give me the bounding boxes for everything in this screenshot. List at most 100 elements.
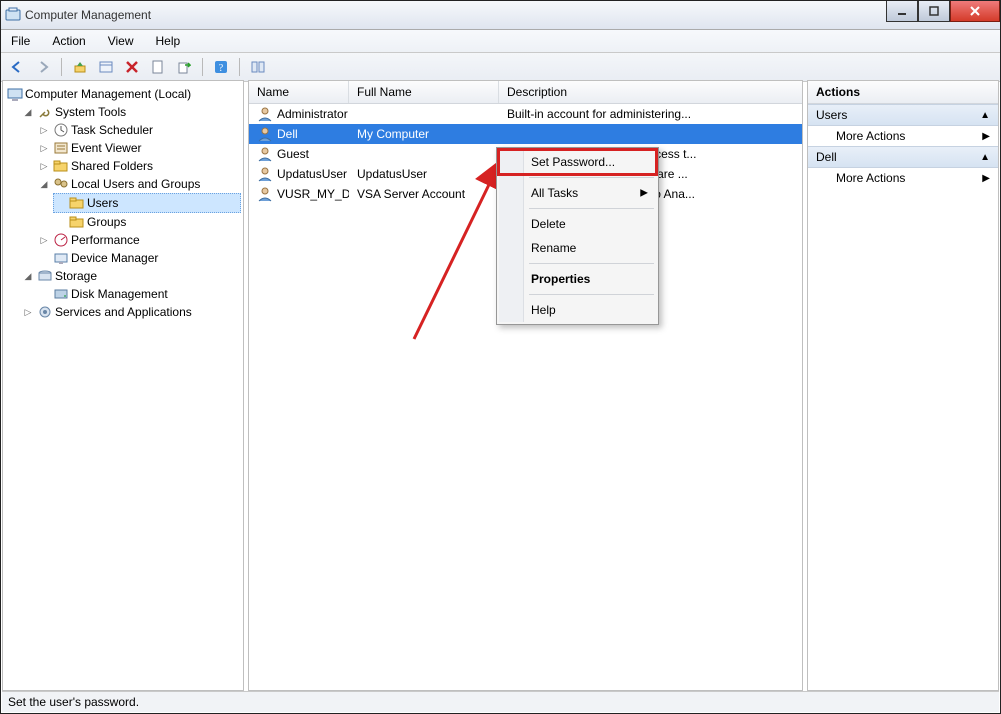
cm-delete[interactable]: Delete [499, 212, 656, 236]
collapse-icon[interactable]: ◢ [23, 107, 33, 117]
minimize-button[interactable] [886, 1, 918, 22]
close-button[interactable] [950, 1, 1000, 22]
actions-more-dell[interactable]: More Actions ▶ [808, 168, 998, 188]
actions-section-dell[interactable]: Dell ▲ [808, 146, 998, 168]
statusbar: Set the user's password. [2, 691, 999, 712]
delete-button[interactable] [120, 55, 144, 79]
tree-label: Disk Management [71, 285, 168, 303]
expand-icon[interactable]: ▷ [39, 143, 49, 153]
app-icon [5, 7, 21, 23]
tree-event-viewer[interactable]: ▷Event Viewer [37, 139, 241, 157]
cell-fullname: My Computer [349, 127, 499, 141]
submenu-arrow-icon: ▶ [640, 188, 648, 199]
actions-header: Actions [808, 81, 998, 104]
tree[interactable]: Computer Management (Local) ◢ System Too… [3, 81, 243, 325]
collapse-caret-icon: ▲ [980, 110, 990, 121]
cell-name: UpdatusUser [277, 167, 347, 181]
performance-icon [53, 232, 69, 248]
body: Computer Management (Local) ◢ System Too… [2, 80, 999, 691]
expand-icon[interactable]: ▷ [23, 307, 33, 317]
tree-label: Shared Folders [71, 157, 153, 175]
menu-view[interactable]: View [104, 32, 138, 50]
actions-pane: Actions Users ▲ More Actions ▶ Dell ▲ Mo… [807, 80, 999, 691]
help-button[interactable]: ? [209, 55, 233, 79]
toolbar: ? [1, 53, 1000, 82]
submenu-arrow-icon: ▶ [982, 173, 990, 184]
tree-label: Performance [71, 231, 140, 249]
tree-label: Local Users and Groups [71, 175, 200, 193]
clock-icon [53, 122, 69, 138]
shared-folder-icon [53, 158, 69, 174]
menu-help[interactable]: Help [152, 32, 185, 50]
expand-icon[interactable]: ▷ [39, 125, 49, 135]
tree-device-manager[interactable]: ▷Device Manager [37, 249, 241, 267]
tree-groups[interactable]: ▷Groups [53, 213, 241, 231]
cm-properties[interactable]: Properties [499, 267, 656, 291]
cm-rename[interactable]: Rename [499, 236, 656, 260]
cm-label: Rename [531, 241, 576, 255]
tree-system-tools[interactable]: ◢ System Tools [21, 103, 241, 121]
cm-label: Help [531, 303, 556, 317]
cm-set-password[interactable]: Set Password... [499, 150, 656, 174]
status-text: Set the user's password. [8, 695, 139, 709]
cm-label: Properties [531, 272, 590, 286]
col-name[interactable]: Name [249, 81, 349, 103]
cm-separator [529, 208, 654, 209]
user-icon [257, 106, 273, 122]
list-row-selected[interactable]: Dell My Computer [249, 124, 802, 144]
tree-shared-folders[interactable]: ▷ Shared Folders [37, 157, 241, 175]
cm-label: Delete [531, 217, 566, 231]
cm-separator [529, 177, 654, 178]
expand-icon[interactable]: ▷ [39, 235, 49, 245]
actions-section-users[interactable]: Users ▲ [808, 104, 998, 126]
properties-button[interactable] [94, 55, 118, 79]
menu-file[interactable]: File [7, 32, 34, 50]
list-row[interactable]: Administrator Built-in account for admin… [249, 104, 802, 124]
actions-item-label: More Actions [836, 129, 905, 143]
folder-icon [69, 214, 85, 230]
cm-help[interactable]: Help [499, 298, 656, 322]
tree-label: Computer Management (Local) [25, 85, 191, 103]
collapse-icon[interactable]: ◢ [23, 271, 33, 281]
event-icon [53, 140, 69, 156]
cm-all-tasks[interactable]: All Tasks▶ [499, 181, 656, 205]
col-fullname[interactable]: Full Name [349, 81, 499, 103]
actions-item-label: More Actions [836, 171, 905, 185]
tree-label: Users [87, 194, 118, 212]
cm-separator [529, 263, 654, 264]
export-button[interactable] [172, 55, 196, 79]
back-button[interactable] [5, 55, 29, 79]
context-menu: Set Password... All Tasks▶ Delete Rename… [496, 147, 659, 325]
actions-more-users[interactable]: More Actions ▶ [808, 126, 998, 146]
svg-text:?: ? [219, 63, 224, 74]
list-body[interactable]: Administrator Built-in account for admin… [249, 104, 802, 690]
tree-task-scheduler[interactable]: ▷Task Scheduler [37, 121, 241, 139]
tree-root[interactable]: Computer Management (Local) [5, 85, 241, 103]
user-icon [257, 126, 273, 142]
maximize-button[interactable] [918, 1, 950, 22]
tree-services-apps[interactable]: ▷Services and Applications [21, 303, 241, 321]
tree-disk-management[interactable]: ▷Disk Management [37, 285, 241, 303]
col-description[interactable]: Description [499, 81, 802, 103]
user-icon [257, 166, 273, 182]
forward-button[interactable] [31, 55, 55, 79]
user-icon [257, 146, 273, 162]
tree-performance[interactable]: ▷ Performance [37, 231, 241, 249]
tree-label: Storage [55, 267, 97, 285]
new-button[interactable] [146, 55, 170, 79]
tree-storage[interactable]: ◢ Storage [21, 267, 241, 285]
tree-label: Groups [87, 213, 126, 231]
up-button[interactable] [68, 55, 92, 79]
collapse-icon[interactable]: ◢ [39, 179, 49, 189]
submenu-arrow-icon: ▶ [982, 131, 990, 142]
expand-icon[interactable]: ▷ [39, 161, 49, 171]
tree-users[interactable]: ▷Users [53, 193, 241, 213]
view-button[interactable] [246, 55, 270, 79]
menu-action[interactable]: Action [48, 32, 89, 50]
tree-local-users-groups[interactable]: ◢ Local Users and Groups [37, 175, 241, 193]
device-icon [53, 250, 69, 266]
window-frame: Computer Management File Action View Hel… [0, 0, 1001, 714]
list-header: Name Full Name Description [249, 81, 802, 104]
storage-icon [37, 268, 53, 284]
cm-separator [529, 294, 654, 295]
